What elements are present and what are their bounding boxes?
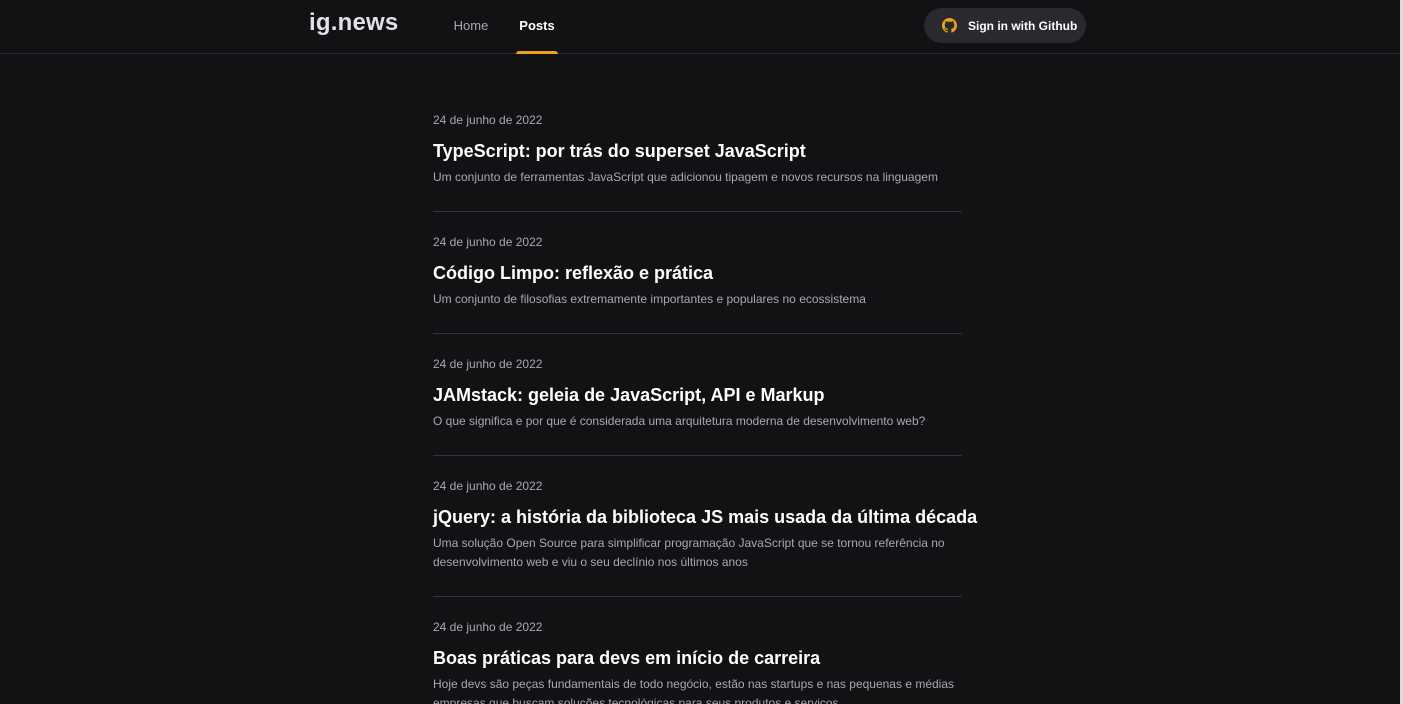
post-date: 24 de junho de 2022 bbox=[433, 235, 543, 249]
nav-home-label: Home bbox=[453, 18, 489, 33]
post-item[interactable]: 24 de junho de 2022 TypeScript: por trás… bbox=[433, 100, 962, 212]
sign-in-github-button[interactable]: Sign in with Github bbox=[924, 8, 1086, 43]
post-excerpt: Uma solução Open Source para simplificar… bbox=[433, 536, 945, 569]
post-excerpt: Hoje devs são peças fundamentais de todo… bbox=[433, 677, 955, 704]
post-item[interactable]: 24 de junho de 2022 jQuery: a história d… bbox=[433, 466, 977, 597]
post-date: 24 de junho de 2022 bbox=[433, 620, 543, 634]
post-title[interactable]: TypeScript: por trás do superset JavaScr… bbox=[433, 141, 806, 162]
post-item[interactable]: 24 de junho de 2022 Código Limpo: reflex… bbox=[433, 222, 962, 334]
logo[interactable]: ig.news bbox=[309, 9, 398, 37]
post-title[interactable]: Boas práticas para devs em início de car… bbox=[433, 648, 820, 669]
post-date: 24 de junho de 2022 bbox=[433, 479, 543, 493]
active-nav-indicator bbox=[516, 51, 558, 54]
post-date: 24 de junho de 2022 bbox=[433, 357, 543, 371]
post-title[interactable]: JAMstack: geleia de JavaScript, API e Ma… bbox=[433, 385, 825, 406]
nav-home-link[interactable]: Home bbox=[450, 0, 492, 54]
sign-in-label: Sign in with Github bbox=[968, 18, 1078, 33]
post-item[interactable]: 24 de junho de 2022 Boas práticas para d… bbox=[433, 607, 962, 704]
post-excerpt: Um conjunto de ferramentas JavaScript qu… bbox=[433, 170, 938, 184]
nav-posts-link[interactable]: Posts bbox=[516, 0, 558, 54]
header: ig.news Home Posts Sign in with Github bbox=[0, 0, 1400, 54]
post-item[interactable]: 24 de junho de 2022 JAMstack: geleia de … bbox=[433, 344, 962, 456]
post-date: 24 de junho de 2022 bbox=[433, 113, 543, 127]
post-excerpt: Um conjunto de filosofias extremamente i… bbox=[433, 292, 866, 306]
page: ig.news Home Posts Sign in with Github 2… bbox=[0, 0, 1403, 704]
post-excerpt: O que significa e por que é considerada … bbox=[433, 414, 926, 428]
post-title[interactable]: Código Limpo: reflexão e prática bbox=[433, 263, 713, 284]
nav-posts-label: Posts bbox=[519, 18, 555, 33]
post-title[interactable]: jQuery: a história da biblioteca JS mais… bbox=[433, 507, 977, 528]
github-icon bbox=[942, 18, 957, 33]
